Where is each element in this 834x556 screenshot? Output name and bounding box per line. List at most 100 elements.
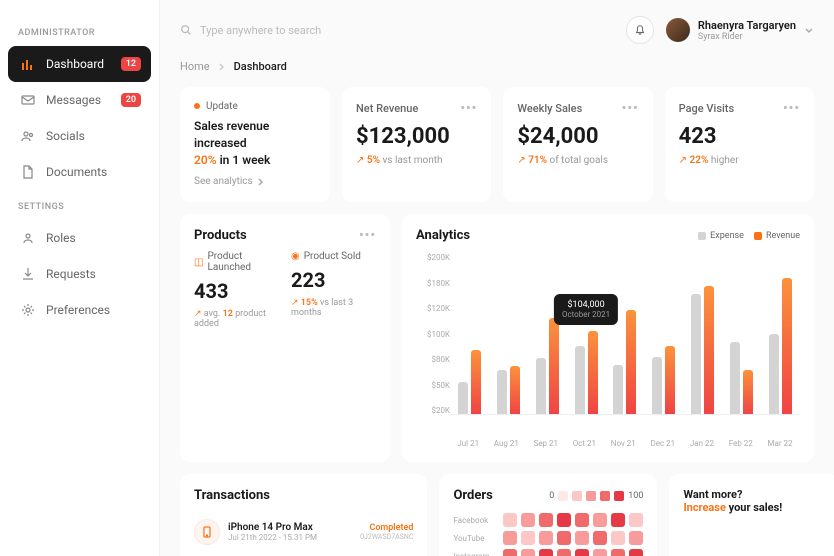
nav-badge: 12 <box>121 57 141 71</box>
chart-xaxis: Jul 21Aug 21Sep 21Oct 21Nov 21Dec 21Jan … <box>450 439 800 448</box>
user-menu[interactable]: Rhaenyra Targaryen Syrax Rider <box>666 18 814 42</box>
chevron-right-icon <box>257 178 265 186</box>
transactions-card: Transactions iPhone 14 Pro MaxJul 21th 2… <box>180 474 427 556</box>
analytics-chart: $200K$180K$120K$100K$80K$50K$20K $104,00… <box>416 253 800 433</box>
nav-badge: 20 <box>121 93 141 107</box>
cart-icon: ◉ <box>291 251 300 262</box>
transaction-row[interactable]: iPhone 14 Pro MaxJul 21th 2022 - 15.31 P… <box>194 511 413 553</box>
phone-icon <box>194 519 220 545</box>
update-text: Sales revenue increased 20% in 1 week <box>194 118 316 168</box>
update-dot-icon <box>194 103 200 109</box>
breadcrumb: Home Dashboard <box>180 60 814 73</box>
section-label: ADMINISTRATOR <box>18 28 151 38</box>
nav-label: Socials <box>46 129 85 143</box>
kpi-delta: ↗ 22% higher <box>679 155 800 166</box>
breadcrumb-current: Dashboard <box>234 60 287 73</box>
kpi-title: Weekly Sales <box>517 102 582 115</box>
user-role: Syrax Rider <box>698 32 796 42</box>
launched-note: ↗ avg. 12 product added <box>194 309 279 329</box>
document-icon <box>20 164 36 180</box>
search-placeholder: Type anywhere to search <box>200 24 321 37</box>
requests-icon <box>20 266 36 282</box>
kpi-value: $24,000 <box>517 124 638 149</box>
orders-card: Orders 0 100 FacebookYouTubeInstagramTwi… <box>439 474 657 556</box>
users-icon <box>20 128 36 144</box>
bell-icon <box>634 24 646 36</box>
kpi-page-visits: Page Visits ••• 423 ↗ 22% higher <box>665 87 814 202</box>
envelope-icon <box>20 92 36 108</box>
transactions-list: iPhone 14 Pro MaxJul 21th 2022 - 15.31 P… <box>194 511 413 556</box>
search-input[interactable]: Type anywhere to search <box>180 24 614 37</box>
more-icon[interactable]: ••• <box>460 101 477 116</box>
kpi-delta: ↗ 71% of total goals <box>517 155 638 166</box>
kpi-net-revenue: Net Revenue ••• $123,000 ↗ 5% vs last mon… <box>342 87 491 202</box>
analytics-card: Analytics Expense Revenue $200K$180K$120… <box>402 214 814 462</box>
bars-icon <box>20 56 36 72</box>
tx-date: Jul 21th 2022 - 15.31 PM <box>228 533 352 542</box>
chevron-down-icon <box>804 25 814 35</box>
promo-line2: your sales! <box>729 501 783 514</box>
analytics-title: Analytics <box>416 228 470 243</box>
sidebar: ADMINISTRATOR Dashboard 12 Messages 20 S… <box>0 0 160 556</box>
promo-card[interactable]: Want more? Increase your sales! $29/mont… <box>669 474 834 556</box>
kpi-value: $123,000 <box>356 124 477 149</box>
launched-value: 433 <box>194 279 279 303</box>
sidebar-item-roles[interactable]: Roles <box>8 220 151 256</box>
more-icon[interactable]: ••• <box>622 101 639 116</box>
chevron-right-icon <box>218 63 226 71</box>
kpi-delta: ↗ 5% vs last month <box>356 155 477 166</box>
roles-icon <box>20 230 36 246</box>
nav-label: Dashboard <box>46 57 104 71</box>
promo-line1: Want more? <box>683 488 825 501</box>
main-content: Type anywhere to search Rhaenyra Targary… <box>160 0 834 556</box>
products-title: Products <box>194 228 247 243</box>
nav-label: Preferences <box>46 303 110 317</box>
chart-yaxis: $200K$180K$120K$100K$80K$50K$20K <box>416 253 450 433</box>
tx-status: Completed <box>360 523 413 533</box>
tx-name: iPhone 14 Pro Max <box>228 522 352 533</box>
user-name: Rhaenyra Targaryen <box>698 19 796 32</box>
nav-label: Requests <box>46 267 96 281</box>
promo-highlight: Increase <box>683 501 725 514</box>
sidebar-item-messages[interactable]: Messages 20 <box>8 82 151 118</box>
tx-code: 0J2WASD7ASNC <box>360 533 413 541</box>
see-analytics-link[interactable]: See analytics <box>194 176 265 187</box>
heat-scale: 0 100 <box>549 491 643 501</box>
heat-grid <box>503 513 643 556</box>
sidebar-item-socials[interactable]: Socials <box>8 118 151 154</box>
breadcrumb-root[interactable]: Home <box>180 60 210 73</box>
update-label: Update <box>206 101 238 112</box>
products-card: Products••• ◫Product Launched 433 ↗ avg.… <box>180 214 390 462</box>
search-icon <box>180 24 192 36</box>
kpi-value: 423 <box>679 124 800 149</box>
orders-title: Orders <box>453 488 492 503</box>
nav-label: Roles <box>46 231 76 245</box>
more-icon[interactable]: ••• <box>359 228 376 243</box>
sidebar-item-requests[interactable]: Requests <box>8 256 151 292</box>
sold-value: 223 <box>291 268 376 292</box>
nav-label: Messages <box>46 93 101 107</box>
sidebar-section-admin: ADMINISTRATOR Dashboard 12 Messages 20 S… <box>8 28 151 190</box>
sidebar-item-preferences[interactable]: Preferences <box>8 292 151 328</box>
kpi-weekly-sales: Weekly Sales ••• $24,000 ↗ 71% of total g… <box>503 87 652 202</box>
sidebar-item-documents[interactable]: Documents <box>8 154 151 190</box>
sidebar-item-dashboard[interactable]: Dashboard 12 <box>8 46 151 82</box>
legend-revenue-swatch <box>754 232 762 240</box>
chart-legend: Expense Revenue <box>698 231 800 241</box>
sold-note: ↗ 15% vs last 3 months <box>291 298 376 318</box>
topbar: Type anywhere to search Rhaenyra Targary… <box>180 16 814 44</box>
section-label: SETTINGS <box>18 202 151 212</box>
kpi-title: Page Visits <box>679 102 734 115</box>
notifications-button[interactable] <box>626 16 654 44</box>
box-icon: ◫ <box>194 257 203 268</box>
avatar <box>666 18 690 42</box>
kpi-title: Net Revenue <box>356 102 418 115</box>
update-card: Update Sales revenue increased 20% in 1 … <box>180 87 330 202</box>
gear-icon <box>20 302 36 318</box>
transactions-title: Transactions <box>194 488 413 503</box>
more-icon[interactable]: ••• <box>783 101 800 116</box>
chart-bars: $104,000October 2021 <box>450 253 800 415</box>
legend-expense-swatch <box>698 232 706 240</box>
sidebar-section-settings: SETTINGS Roles Requests Preferences <box>8 202 151 328</box>
nav-label: Documents <box>46 165 107 179</box>
